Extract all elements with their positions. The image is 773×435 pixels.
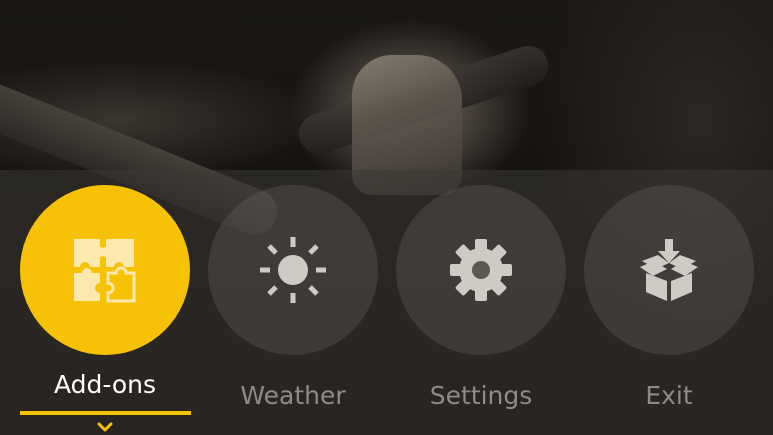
add-ons-button[interactable]	[20, 185, 190, 355]
sun-icon	[258, 235, 328, 305]
weather-button[interactable]	[208, 185, 378, 355]
exit-label: Exit	[645, 381, 693, 410]
screen: Add-ons Weather Settings Exit	[0, 0, 773, 435]
add-ons-label: Add-ons	[53, 370, 157, 399]
settings-button[interactable]	[396, 185, 566, 355]
chevron-down-icon	[97, 419, 113, 432]
menu-item-weather[interactable]: Weather	[208, 185, 378, 435]
settings-label: Settings	[429, 381, 533, 410]
box-download-icon	[636, 237, 702, 303]
menu-item-exit[interactable]: Exit	[584, 185, 754, 435]
active-underline	[20, 411, 191, 415]
weather-label: Weather	[240, 381, 346, 410]
puzzle-icon	[72, 237, 138, 303]
exit-button[interactable]	[584, 185, 754, 355]
menu-item-add-ons[interactable]: Add-ons	[20, 185, 191, 435]
gear-icon	[448, 237, 514, 303]
menu-item-settings[interactable]: Settings	[396, 185, 566, 435]
